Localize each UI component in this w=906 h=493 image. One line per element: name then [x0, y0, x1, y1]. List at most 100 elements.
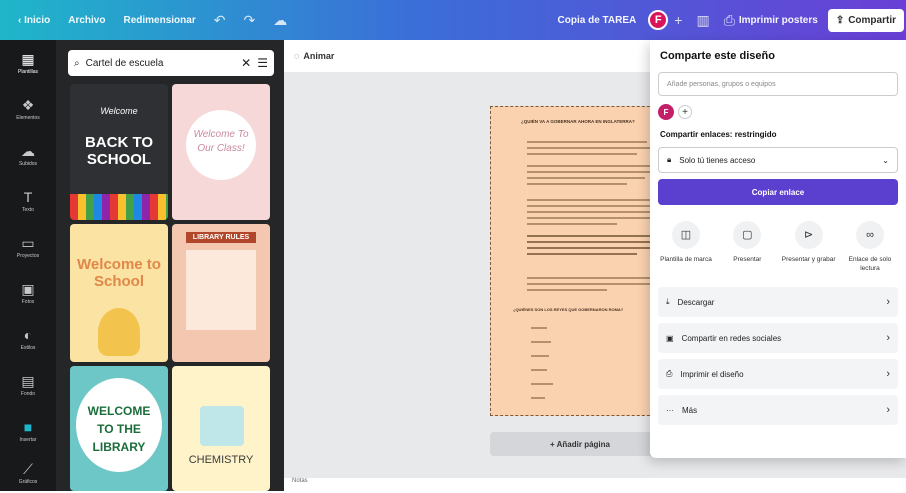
user-avatar[interactable]: F: [648, 10, 669, 30]
copy-link-button[interactable]: Copiar enlace: [658, 179, 898, 205]
doc-title[interactable]: Copia de TAREA: [558, 15, 637, 26]
rail-label: Estilos: [20, 344, 36, 351]
template-icon: ▦: [21, 50, 35, 67]
option-readonly-link[interactable]: ∞ Enlace de solo lectura: [842, 221, 898, 273]
option-label: Presentar y grabar: [781, 256, 836, 263]
template-title: CHEMISTRY: [188, 454, 254, 466]
template-card[interactable]: Welcome To Our Class!: [172, 84, 270, 220]
clear-search-icon[interactable]: ✕: [241, 56, 251, 70]
print-icon[interactable]: ⎙: [724, 12, 735, 29]
access-select[interactable]: 🔒︎ Solo tú tienes acceso ⌄: [658, 147, 898, 173]
undo-icon[interactable]: ↶: [214, 12, 226, 29]
list-item: [531, 341, 551, 343]
row-label: Más: [682, 405, 698, 415]
chevron-right-icon: ›: [886, 404, 890, 416]
chevron-down-icon: ⌄: [882, 155, 889, 165]
rail-item-background[interactable]: ▤ Fondo: [0, 362, 56, 408]
row-label: Compartir en redes sociales: [681, 333, 782, 343]
text-line: [527, 247, 651, 249]
search-input[interactable]: Cartel de escuela: [86, 58, 236, 69]
rail-item-photos[interactable]: ▣ Fotos: [0, 270, 56, 316]
option-present[interactable]: ▢ Presentar: [719, 221, 775, 273]
access-value: Solo tú tienes acceso: [679, 155, 756, 165]
option-label: Enlace de solo lectura: [848, 256, 892, 272]
background-icon: ▤: [21, 372, 35, 389]
text-line: [527, 205, 651, 207]
back-label: Inicio: [24, 14, 51, 26]
rules-list: [186, 250, 256, 330]
rail-item-text[interactable]: T Texto: [0, 178, 56, 224]
cloud-sync-icon[interactable]: ☁: [273, 12, 287, 29]
collaborator-avatar[interactable]: F: [658, 104, 674, 120]
text-line: [527, 289, 607, 291]
design-page[interactable]: ¿QUIÉN VA A GOBERNAR AHORA EN INGLATERRA…: [490, 106, 660, 416]
template-title: WELCOME TO THE LIBRARY: [87, 404, 151, 454]
rail-label: Fotos: [21, 298, 35, 305]
page-heading: ¿QUIÉN VA A GOBERNAR AHORA EN INGLATERRA…: [521, 119, 635, 124]
text-line: [527, 153, 637, 155]
rail-label: Subidos: [18, 160, 38, 167]
rail-item-templates[interactable]: ▦ Plantillas: [0, 40, 56, 86]
rail-label: Proyectos: [16, 252, 40, 259]
insights-icon[interactable]: ▥: [696, 12, 709, 29]
rail-item-elements[interactable]: ❖ Elementos: [0, 86, 56, 132]
row-label: Descargar: [677, 297, 715, 307]
share-panel: Comparte este diseño Añade personas, gru…: [650, 40, 906, 458]
download-row[interactable]: ⤓ Descargar ›: [658, 287, 898, 317]
templates-panel: ⌕ Cartel de escuela ✕ ☰ Welcome BACK TO …: [56, 40, 284, 491]
template-title: Welcome to School: [77, 256, 161, 290]
template-card[interactable]: CHEMISTRY: [172, 366, 270, 491]
share-button[interactable]: ⇪ Compartir: [827, 8, 904, 32]
text-line: [527, 211, 651, 213]
back-home-button[interactable]: ‹ Inicio: [18, 15, 50, 26]
text-line: [527, 235, 651, 237]
template-card[interactable]: Welcome to School: [70, 224, 168, 362]
add-collaborator-button[interactable]: +: [678, 105, 692, 119]
print-design-row[interactable]: ⎙ Imprimir el diseño ›: [658, 359, 898, 389]
text-line: [527, 165, 651, 167]
more-row[interactable]: ··· Más ›: [658, 395, 898, 425]
rail-label: Plantillas: [17, 68, 38, 75]
styles-icon: ◐: [23, 326, 33, 343]
search-bar[interactable]: ⌕ Cartel de escuela ✕ ☰: [68, 50, 274, 76]
text-line: [527, 217, 651, 219]
share-icon: ⇪: [835, 14, 845, 26]
option-present-record[interactable]: ⊳ Presentar y grabar: [781, 221, 837, 273]
file-menu[interactable]: Archivo: [68, 15, 105, 26]
text-line: [527, 199, 651, 201]
charts-icon: ⟋: [23, 461, 33, 477]
print-posters-button[interactable]: Imprimir posters: [739, 15, 818, 26]
rail-item-insert[interactable]: ■ Insertar: [0, 408, 56, 454]
rail-item-styles[interactable]: ◐ Estilos: [0, 316, 56, 362]
list-item: [531, 397, 545, 399]
text-line: [527, 241, 651, 243]
rail-item-projects[interactable]: ▭ Proyectos: [0, 224, 56, 270]
link-icon: ∞: [855, 221, 884, 249]
template-title: Welcome To Our Class!: [193, 129, 249, 154]
resize-button[interactable]: Redimensionar: [123, 15, 195, 26]
add-page-button[interactable]: + Añadir página: [490, 432, 670, 456]
social-share-row[interactable]: ▣ Compartir en redes sociales ›: [658, 323, 898, 353]
share-panel-title: Comparte este diseño: [660, 50, 775, 62]
chevron-right-icon: ›: [886, 296, 890, 308]
upload-icon: ☁: [21, 142, 35, 159]
rail-item-uploads[interactable]: ☁ Subidos: [0, 132, 56, 178]
add-collaborator-icon[interactable]: +: [674, 12, 682, 28]
template-card[interactable]: WELCOME TO THE LIBRARY: [70, 366, 168, 491]
list-item: [531, 327, 547, 329]
elements-icon: ❖: [21, 96, 35, 113]
animate-button[interactable]: Animar: [303, 51, 334, 61]
share-label: Compartir: [848, 14, 896, 26]
notes-button[interactable]: Notas: [292, 478, 308, 484]
rail-label: Gráficos: [18, 479, 38, 485]
option-brand-template[interactable]: ◫ Plantilla de marca: [658, 221, 714, 273]
filter-icon[interactable]: ☰: [257, 56, 268, 70]
present-icon: ▢: [733, 221, 762, 249]
add-people-input[interactable]: Añade personas, grupos o equipos: [658, 72, 898, 96]
search-icon: ⌕: [74, 57, 80, 69]
template-card[interactable]: LIBRARY RULES: [172, 224, 270, 362]
redo-icon[interactable]: ↷: [243, 12, 255, 29]
list-item: [531, 355, 549, 357]
template-card[interactable]: Welcome BACK TO SCHOOL: [70, 84, 168, 220]
rail-item-charts[interactable]: ⟋ Gráficos: [0, 454, 56, 493]
